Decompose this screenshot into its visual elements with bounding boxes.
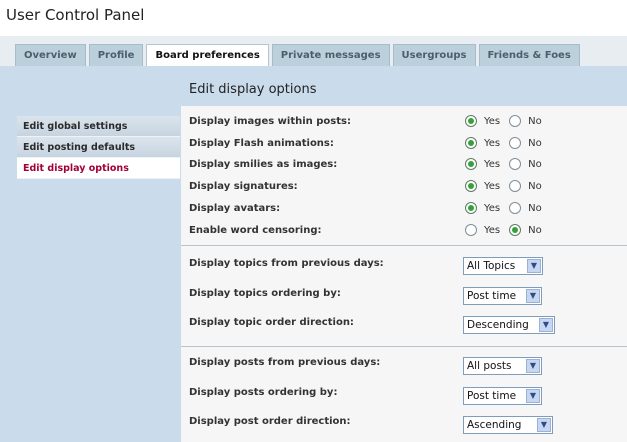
- select-value: All Topics: [467, 260, 516, 272]
- radio-yes[interactable]: [465, 180, 477, 192]
- option-row-topic-days: Display topics from previous days:: [189, 256, 619, 274]
- radio-yes[interactable]: [465, 224, 477, 236]
- select-value: All posts: [467, 360, 512, 372]
- option-row-post-days: Display posts from previous days:: [189, 355, 619, 373]
- option-label: Display images within posts:: [189, 116, 351, 127]
- sidebar-item-display-options[interactable]: Edit display options: [17, 158, 180, 179]
- yes-label: Yes: [484, 180, 501, 192]
- divider: [181, 245, 627, 246]
- option-label: Display smilies as images:: [189, 159, 338, 170]
- tab-friends-foes[interactable]: Friends & Foes: [478, 44, 580, 66]
- yes-no-group: Yes No: [465, 158, 551, 170]
- radio-no[interactable]: [509, 115, 522, 127]
- chevron-down-icon[interactable]: ▼: [539, 318, 553, 332]
- post-days-select[interactable]: All posts ▼: [463, 357, 542, 375]
- radio-yes[interactable]: [465, 158, 477, 170]
- tab-usergroups[interactable]: Usergroups: [392, 44, 476, 66]
- option-label: Enable word censoring:: [189, 225, 322, 236]
- yes-no-group: Yes No: [465, 202, 551, 214]
- topic-order-select[interactable]: Post time ▼: [463, 287, 542, 305]
- option-row-post-order: Display posts ordering by:: [189, 385, 619, 403]
- tab-profile[interactable]: Profile: [88, 44, 144, 66]
- select-value: Descending: [467, 319, 529, 331]
- yes-label: Yes: [484, 115, 501, 127]
- radio-yes[interactable]: [465, 115, 477, 127]
- divider: [181, 346, 627, 347]
- yes-label: Yes: [484, 202, 501, 214]
- yes-label: Yes: [484, 158, 501, 170]
- yes-no-group: Yes No: [465, 224, 551, 236]
- radio-no[interactable]: [509, 158, 522, 170]
- option-row-images: Display images within posts: Yes No: [189, 114, 619, 132]
- option-row-post-direction: Display post order direction:: [189, 414, 619, 432]
- no-label: No: [528, 202, 542, 214]
- radio-yes[interactable]: [465, 202, 477, 214]
- option-label: Display topics from previous days:: [189, 258, 384, 269]
- option-label: Display topics ordering by:: [189, 288, 341, 299]
- radio-no[interactable]: [509, 180, 522, 192]
- chevron-down-icon[interactable]: ▼: [526, 289, 540, 303]
- tabs: Overview Profile Board preferences Priva…: [15, 44, 583, 67]
- option-label: Display post order direction:: [189, 416, 351, 427]
- option-label: Display avatars:: [189, 203, 281, 214]
- option-label: Display topic order direction:: [189, 317, 354, 328]
- yes-label: Yes: [484, 137, 501, 149]
- no-label: No: [528, 115, 542, 127]
- tab-overview[interactable]: Overview: [15, 44, 86, 66]
- option-label: Display posts ordering by:: [189, 387, 338, 398]
- yes-no-group: Yes No: [465, 115, 551, 127]
- option-row-censoring: Enable word censoring: Yes No: [189, 223, 619, 241]
- yes-no-group: Yes No: [465, 137, 551, 149]
- no-label: No: [528, 224, 542, 236]
- radio-no[interactable]: [509, 224, 522, 236]
- page-title: User Control Panel: [6, 6, 145, 24]
- option-row-smilies: Display smilies as images: Yes No: [189, 157, 619, 175]
- sidebar: Edit global settings Edit posting defaul…: [17, 116, 180, 179]
- yes-label: Yes: [484, 224, 501, 236]
- option-row-avatars: Display avatars: Yes No: [189, 201, 619, 219]
- no-label: No: [528, 180, 542, 192]
- select-value: Ascending: [467, 419, 522, 431]
- tab-private-messages[interactable]: Private messages: [271, 44, 390, 66]
- radio-no[interactable]: [509, 202, 522, 214]
- post-direction-select[interactable]: Ascending ▼: [463, 416, 553, 434]
- tab-board-preferences[interactable]: Board preferences: [146, 44, 269, 67]
- yes-no-group: Yes No: [465, 180, 551, 192]
- option-label: Display signatures:: [189, 181, 298, 192]
- sidebar-item-posting-defaults[interactable]: Edit posting defaults: [17, 137, 180, 158]
- radio-no[interactable]: [509, 137, 522, 149]
- topic-days-select[interactable]: All Topics ▼: [463, 257, 543, 275]
- topic-direction-select[interactable]: Descending ▼: [463, 316, 555, 334]
- radio-yes[interactable]: [465, 137, 477, 149]
- select-value: Post time: [467, 290, 517, 302]
- select-value: Post time: [467, 390, 517, 402]
- no-label: No: [528, 158, 542, 170]
- section-heading: Edit display options: [189, 82, 317, 97]
- chevron-down-icon[interactable]: ▼: [526, 359, 540, 373]
- sidebar-item-global-settings[interactable]: Edit global settings: [17, 116, 180, 137]
- no-label: No: [528, 137, 542, 149]
- chevron-down-icon[interactable]: ▼: [527, 259, 541, 273]
- option-label: Display posts from previous days:: [189, 357, 381, 368]
- options-form: Display images within posts: Yes No Disp…: [181, 106, 627, 442]
- option-row-signatures: Display signatures: Yes No: [189, 179, 619, 197]
- chevron-down-icon[interactable]: ▼: [526, 389, 540, 403]
- chevron-down-icon[interactable]: ▼: [537, 418, 551, 432]
- post-order-select[interactable]: Post time ▼: [463, 387, 542, 405]
- option-label: Display Flash animations:: [189, 138, 334, 149]
- option-row-topic-order: Display topics ordering by:: [189, 286, 619, 304]
- option-row-flash: Display Flash animations: Yes No: [189, 136, 619, 154]
